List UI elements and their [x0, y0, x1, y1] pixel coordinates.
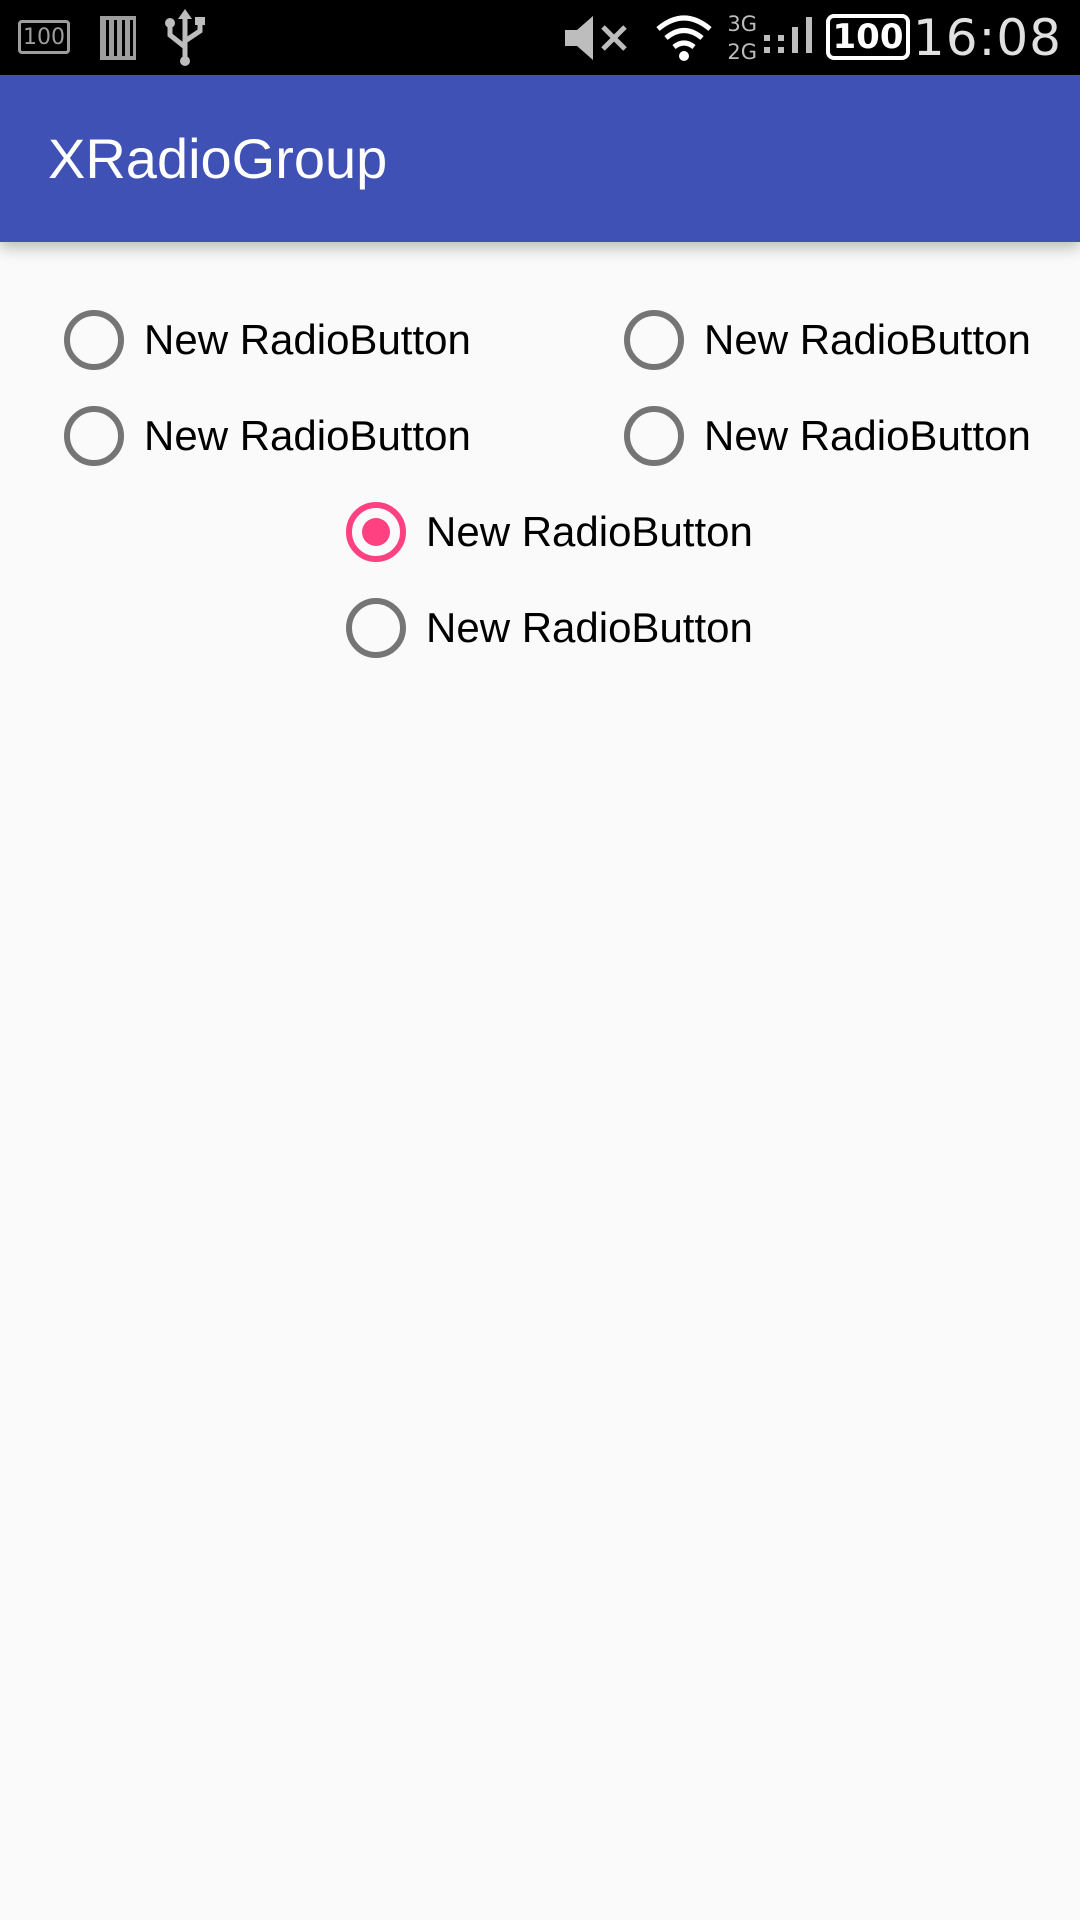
radio-label: New RadioButton [144, 412, 471, 459]
radio-button-5[interactable]: New RadioButton [346, 492, 753, 572]
radio-circle-icon [346, 598, 406, 658]
battery-saver-level: 100 [23, 24, 65, 50]
radio-button-1[interactable]: New RadioButton [64, 300, 471, 380]
network-type-primary: 3G [727, 12, 757, 36]
battery-saver-icon: 100 [18, 20, 70, 54]
battery-level: 100 [832, 17, 904, 57]
radio-label: New RadioButton [426, 508, 753, 555]
radio-circle-icon [624, 310, 684, 370]
radio-label: New RadioButton [704, 412, 1031, 459]
clock: 16:08 [912, 8, 1062, 67]
status-bar: 100 3G 2G 100 16:08 [0, 0, 1080, 75]
usb-icon [160, 0, 210, 75]
app-bar: XRadioGroup [0, 75, 1080, 242]
mute-icon [561, 0, 635, 75]
wifi-icon [654, 0, 714, 75]
network-type-secondary: 2G [727, 40, 757, 64]
radio-circle-icon [624, 406, 684, 466]
radio-button-2[interactable]: New RadioButton [624, 300, 1031, 380]
signal-icon [762, 0, 818, 75]
battery-icon: 100 [826, 14, 910, 60]
radio-circle-icon [346, 502, 406, 562]
radio-button-4[interactable]: New RadioButton [624, 396, 1031, 476]
radio-circle-icon [64, 310, 124, 370]
radio-circle-icon [64, 406, 124, 466]
radio-button-6[interactable]: New RadioButton [346, 588, 753, 668]
radio-button-3[interactable]: New RadioButton [64, 396, 471, 476]
sim-card-icon [98, 0, 138, 75]
radio-label: New RadioButton [144, 316, 471, 363]
screen: 100 3G 2G 100 16:08 XRadioGroup New Radi… [0, 0, 1080, 1920]
network-type-label: 3G 2G [727, 12, 757, 64]
radio-label: New RadioButton [704, 316, 1031, 363]
app-title: XRadioGroup [48, 127, 388, 190]
radio-label: New RadioButton [426, 604, 753, 651]
